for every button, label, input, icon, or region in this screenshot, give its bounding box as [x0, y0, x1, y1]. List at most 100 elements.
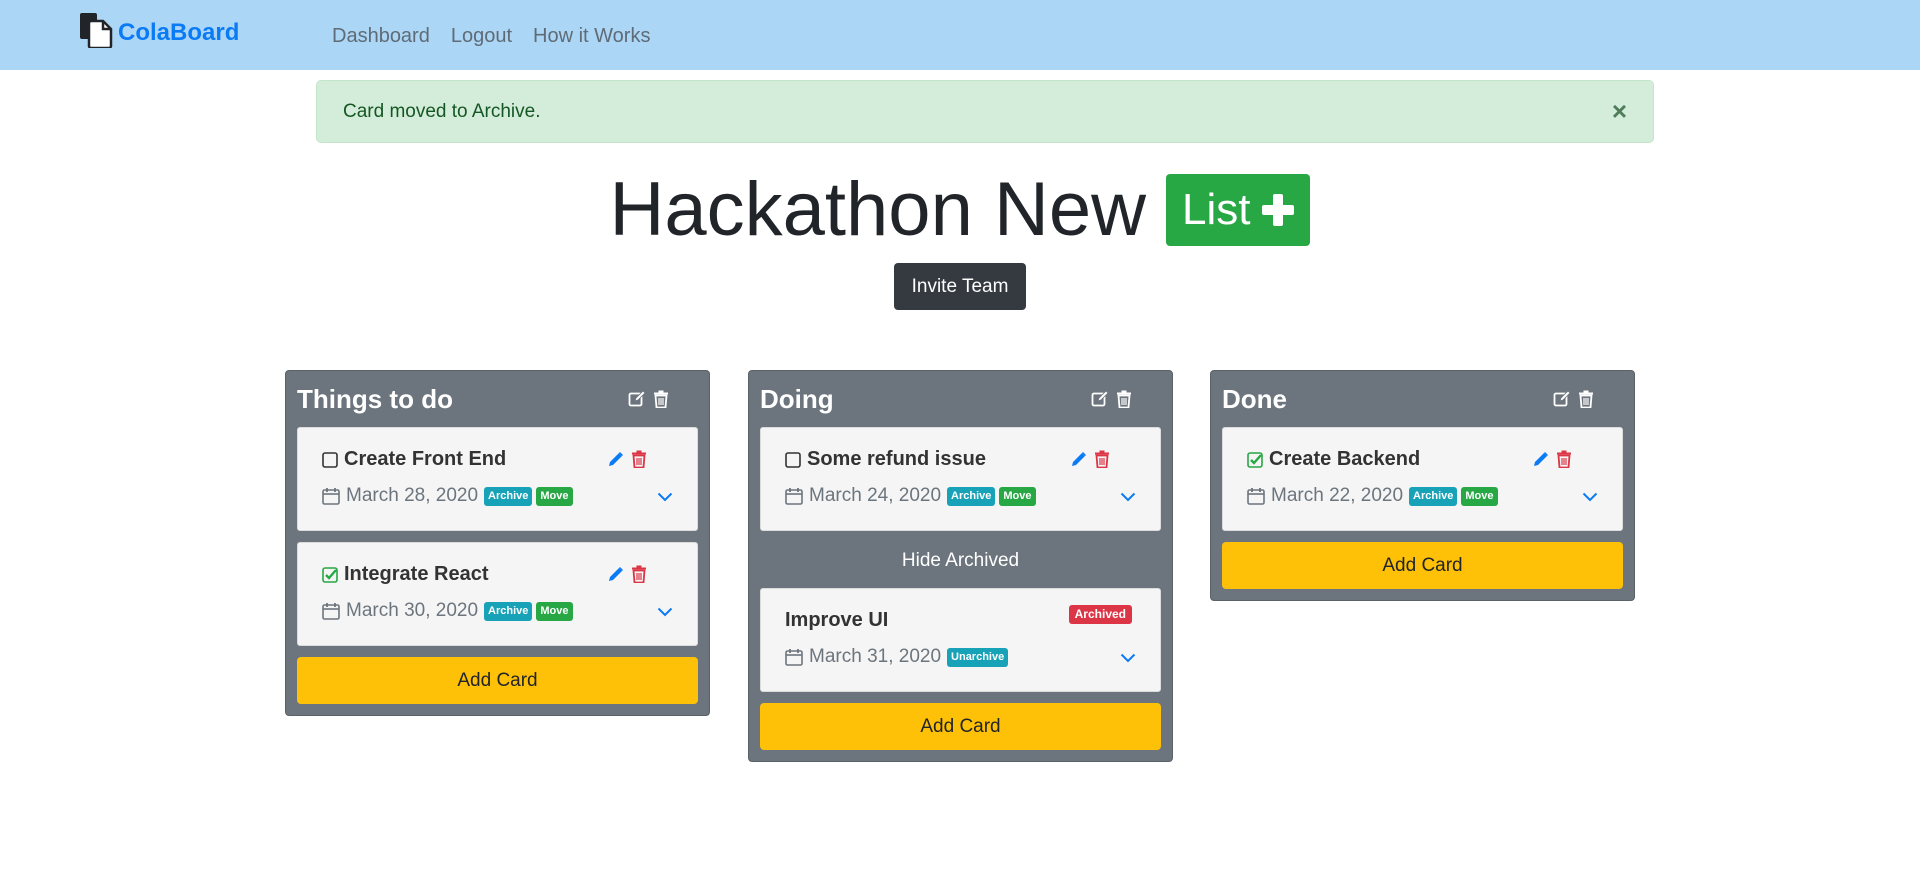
- card-date: March 30, 2020: [346, 600, 479, 621]
- card-title: Create Backend: [1269, 448, 1421, 470]
- chevron-down-icon[interactable]: [1120, 653, 1136, 663]
- archived-card[interactable]: Improve UI Archived March 31, 2020 Unarc…: [760, 588, 1161, 692]
- list-actions: [1091, 390, 1133, 408]
- card-title-row: Create Backend: [1247, 448, 1420, 471]
- trash-icon[interactable]: [1115, 390, 1133, 408]
- move-badge[interactable]: Move: [1461, 486, 1498, 506]
- pencil-icon[interactable]: [608, 565, 624, 583]
- list-actions: [628, 390, 670, 408]
- card-date-row: March 28, 2020 Archive Move: [322, 485, 577, 507]
- card[interactable]: Create Backend March 22, 2020 Archive Mo…: [1222, 427, 1623, 531]
- checkbox-unchecked-icon[interactable]: [322, 452, 338, 468]
- add-card-button[interactable]: Add Card: [1222, 542, 1623, 589]
- calendar-icon: [1247, 487, 1265, 505]
- trash-icon[interactable]: [652, 390, 670, 408]
- card-tools: [1071, 450, 1110, 468]
- move-badge[interactable]: Move: [999, 486, 1036, 506]
- add-card-button[interactable]: Add Card: [297, 657, 698, 704]
- list-title: Things to do: [297, 383, 453, 414]
- list-header: Done: [1222, 371, 1623, 427]
- alert-close-button[interactable]: ×: [1612, 97, 1627, 125]
- nav-link-how-it-works[interactable]: How it Works: [533, 22, 650, 50]
- calendar-icon: [785, 648, 803, 666]
- checkbox-checked-icon[interactable]: [1247, 452, 1263, 468]
- pencil-icon[interactable]: [608, 450, 624, 468]
- chevron-down-icon[interactable]: [1120, 492, 1136, 502]
- brand-name: ColaBoard: [118, 19, 240, 46]
- trash-icon[interactable]: [1577, 390, 1595, 408]
- card-date: March 24, 2020: [809, 485, 942, 506]
- pencil-icon[interactable]: [1533, 450, 1549, 468]
- card-date-row: March 24, 2020 Archive Move: [785, 485, 1040, 507]
- navbar: ColaBoard Dashboard Logout How it Works: [0, 0, 1920, 70]
- card-date: March 22, 2020: [1271, 485, 1404, 506]
- edit-icon[interactable]: [628, 390, 646, 408]
- move-badge[interactable]: Move: [536, 486, 573, 506]
- card-tools: [608, 565, 647, 583]
- archive-badge[interactable]: Archive: [1409, 486, 1458, 506]
- nav-links: Dashboard Logout How it Works: [332, 22, 650, 50]
- card-title-row: Some refund issue: [785, 448, 986, 471]
- trash-icon[interactable]: [631, 450, 647, 468]
- list-done: Done Create Backend March 22, 2020 Archi…: [1210, 370, 1635, 601]
- card[interactable]: Some refund issue March 24, 2020 Archive…: [760, 427, 1161, 531]
- chevron-down-icon[interactable]: [1582, 492, 1598, 502]
- pencil-icon[interactable]: [1071, 450, 1087, 468]
- list-things-to-do: Things to do Create Front End March 28, …: [285, 370, 710, 716]
- card-date-row: March 22, 2020 Archive Move: [1247, 485, 1502, 507]
- checkbox-unchecked-icon[interactable]: [785, 452, 801, 468]
- unarchive-badge[interactable]: Unarchive: [947, 647, 1009, 667]
- archive-badge[interactable]: Archive: [947, 486, 996, 506]
- edit-icon[interactable]: [1091, 390, 1109, 408]
- card-title: Integrate React: [344, 563, 489, 585]
- archived-status-badge: Archived: [1068, 605, 1132, 624]
- add-card-button[interactable]: Add Card: [760, 703, 1161, 750]
- card-title: Some refund issue: [807, 448, 986, 470]
- archive-badge[interactable]: Archive: [484, 601, 533, 621]
- card[interactable]: Create Front End March 28, 2020 Archive …: [297, 427, 698, 531]
- success-alert: Card moved to Archive. ×: [316, 80, 1654, 143]
- calendar-icon: [322, 487, 340, 505]
- move-badge[interactable]: Move: [536, 601, 573, 621]
- hide-archived-toggle[interactable]: Hide Archived: [760, 538, 1161, 584]
- trash-icon[interactable]: [1094, 450, 1110, 468]
- edit-icon[interactable]: [1553, 390, 1571, 408]
- chevron-down-icon[interactable]: [657, 492, 673, 502]
- invite-team-button[interactable]: Invite Team: [894, 263, 1026, 310]
- card-title-row: Improve UI: [785, 609, 888, 632]
- trash-icon[interactable]: [631, 565, 647, 583]
- calendar-icon: [785, 487, 803, 505]
- alert-message: Card moved to Archive.: [343, 100, 541, 122]
- board-title: Hackathon New: [609, 167, 1147, 252]
- checkbox-checked-icon[interactable]: [322, 567, 338, 583]
- list-title: Done: [1222, 383, 1287, 414]
- card[interactable]: Integrate React March 30, 2020 Archive M…: [297, 542, 698, 646]
- card-tools: [1533, 450, 1572, 468]
- card-date-row: March 30, 2020 Archive Move: [322, 600, 577, 622]
- plus-icon: [1262, 194, 1295, 226]
- card-date: March 31, 2020: [809, 646, 942, 667]
- calendar-icon: [322, 602, 340, 620]
- card-title-row: Integrate React: [322, 563, 489, 586]
- list-doing: Doing Some refund issue March 24, 2020 A…: [748, 370, 1173, 762]
- chevron-down-icon[interactable]: [657, 607, 673, 617]
- list-header: Things to do: [297, 371, 698, 427]
- card-title: Create Front End: [344, 448, 507, 470]
- add-list-button[interactable]: List: [1166, 174, 1311, 246]
- list-title: Doing: [760, 383, 834, 414]
- card-tools: [608, 450, 647, 468]
- list-actions: [1553, 390, 1595, 408]
- card-date: March 28, 2020: [346, 485, 479, 506]
- trash-icon[interactable]: [1556, 450, 1572, 468]
- card-title-row: Create Front End: [322, 448, 506, 471]
- copy-icon: [79, 12, 113, 50]
- list-header: Doing: [760, 371, 1161, 427]
- board-header: Hackathon New List: [0, 170, 1920, 250]
- archive-badge[interactable]: Archive: [484, 486, 533, 506]
- card-date-row: March 31, 2020 Unarchive: [785, 646, 1012, 668]
- add-list-label: List: [1182, 185, 1251, 234]
- nav-link-logout[interactable]: Logout: [451, 22, 512, 50]
- card-title: Improve UI: [785, 609, 889, 631]
- brand-link[interactable]: ColaBoard: [79, 12, 240, 50]
- nav-link-dashboard[interactable]: Dashboard: [332, 22, 430, 50]
